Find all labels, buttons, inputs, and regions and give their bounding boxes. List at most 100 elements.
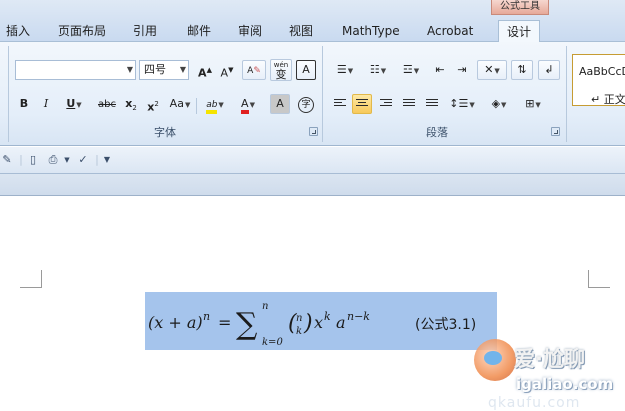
paragraph-mark-icon: ↲ [544,63,554,76]
decrease-indent-button[interactable]: ⇤ [430,60,450,80]
superscript-button[interactable]: x2 [144,94,162,114]
borders-button[interactable]: ⊞▼ [518,94,548,114]
chevron-down-icon[interactable]: ▼ [76,101,81,109]
tab-acrobat[interactable]: Acrobat [427,20,473,42]
underline-button[interactable]: U▼ [59,94,89,114]
chevron-down-icon[interactable]: ▼ [381,67,386,75]
bullets-button[interactable]: ☰▼ [330,60,360,80]
spelling-icon[interactable]: ✓ [76,153,90,167]
tab-review[interactable]: 审阅 [238,20,262,42]
strikethrough-button[interactable]: abc [95,94,119,114]
chevron-down-icon[interactable]: ▼ [185,101,190,109]
numbering-button[interactable]: ☷▼ [363,60,393,80]
style-normal[interactable]: AaBbCcDc ↵ 正文 [572,54,625,106]
tab-insert[interactable]: 插入 [6,20,30,42]
font-group-label: 字体 [154,126,176,139]
ribbon: ▼ 四号 ▼ A▲ A▼ A✎ wén 变 A B I U▼ abc x2 x2… [0,42,625,146]
char-shading-button[interactable]: A [270,94,290,114]
shrink-font-icon: A [220,66,229,80]
bold-icon: B [19,97,29,110]
clear-format-button[interactable]: A✎ [242,60,266,80]
sort-icon: ⇅ [517,63,527,76]
quick-access-toolbar: ✎ | ▯ ⎙ ▼ ✓ | ▼ [0,147,625,174]
shrink-font-button[interactable]: A▼ [217,60,237,80]
increase-indent-button[interactable]: ⇥ [452,60,472,80]
chevron-down-icon[interactable]: ▼ [250,101,255,109]
grow-font-icon: A [198,66,207,80]
italic-button[interactable]: I [37,94,55,114]
grow-font-button[interactable]: A▲ [195,60,215,80]
svg-text:k: k [296,326,302,337]
font-color-button[interactable]: A▼ [233,94,263,114]
tab-view[interactable]: 视图 [289,20,313,42]
watermark-main-text: 爱·尬聊 [514,347,585,371]
tab-design[interactable]: 设计 [498,20,541,42]
chevron-down-icon[interactable]: ▼ [348,67,353,75]
svg-text:k: k [324,310,331,323]
paragraph-dialog-launcher[interactable] [551,127,560,136]
align-center-button[interactable] [352,94,372,114]
chevron-down-icon[interactable]: ▼ [60,153,74,167]
change-case-button[interactable]: Aa▼ [166,94,194,114]
watermark: 爱·尬聊 igaliao.com qkaufu.com [464,333,625,411]
subscript-button[interactable]: x2 [122,94,140,114]
group-separator [566,46,567,142]
chevron-down-icon[interactable]: ▼ [218,101,223,109]
bullets-icon: ☰ [336,63,347,76]
group-separator [322,46,323,142]
shading-button[interactable]: ◈▼ [484,94,514,114]
highlight-button[interactable]: ab▼ [200,94,230,114]
context-tab-label: 公式工具 [491,0,549,15]
line-spacing-button[interactable]: ↕☰▼ [447,94,477,114]
tab-mailings[interactable]: 邮件 [187,20,211,42]
numbering-icon: ☷ [369,63,380,76]
tab-page-layout[interactable]: 页面布局 [58,20,106,42]
chevron-down-icon[interactable]: ▼ [469,101,474,109]
edit-icon[interactable]: ✎ [0,153,14,167]
tab-mathtype[interactable]: MathType [342,20,400,42]
chevron-down-icon[interactable]: ▼ [180,61,186,79]
svg-text:∑: ∑ [236,307,258,342]
chevron-down-icon[interactable]: ▼ [127,61,133,79]
align-left-button[interactable] [330,94,350,114]
margin-corner-top-right [588,270,610,288]
paint-bucket-icon: ◈ [491,97,501,110]
watermark-url: igaliao.com [516,375,614,393]
multilevel-list-button[interactable]: ☲▼ [396,60,426,80]
distributed-button[interactable] [422,94,442,114]
equation-selection[interactable]: (x + a) n = ∑ n k=0 ( n k ) x k a n−k (公… [145,292,497,350]
bold-button[interactable]: B [15,94,33,114]
chevron-down-icon[interactable]: ▼ [501,101,506,109]
font-name-combo[interactable]: ▼ [15,60,136,80]
ruler-strip [0,174,625,196]
show-marks-button[interactable]: ↲ [538,60,560,80]
align-right-button[interactable] [376,94,396,114]
line-spacing-icon: ↕☰ [449,97,469,110]
chinese-layout-icon: ✕ [484,63,494,76]
print-preview-icon[interactable]: ⎙ [46,153,60,167]
phonetic-guide-button[interactable]: wén 变 [270,59,292,81]
tab-references[interactable]: 引用 [133,20,157,42]
svg-text:(x + a): (x + a) [148,313,203,332]
group-separator [8,46,9,142]
svg-text:n: n [203,310,210,323]
new-document-icon[interactable]: ▯ [26,153,40,167]
sort-button[interactable]: ⇅ [511,60,533,80]
borders-icon: ⊞ [525,97,535,110]
chevron-down-icon[interactable]: ▼ [494,67,499,75]
customize-toolbar-icon[interactable]: ▼ [100,153,114,167]
font-dialog-launcher[interactable] [309,127,318,136]
justify-button[interactable] [399,94,419,114]
chevron-down-icon[interactable]: ▼ [414,67,419,75]
change-case-icon: Aa [169,97,184,110]
chinese-layout-button[interactable]: ✕▼ [477,60,507,80]
char-border-button[interactable]: A [296,60,316,80]
multilevel-list-icon: ☲ [402,63,413,76]
distributed-icon [426,99,438,109]
chevron-down-icon[interactable]: ▼ [535,101,540,109]
svg-text:a: a [336,313,346,332]
font-size-combo[interactable]: 四号 ▼ [139,60,189,80]
char-shading-icon: A [276,97,284,110]
enclose-char-button[interactable]: 字 [296,94,316,114]
paragraph-group-label: 段落 [426,126,448,139]
